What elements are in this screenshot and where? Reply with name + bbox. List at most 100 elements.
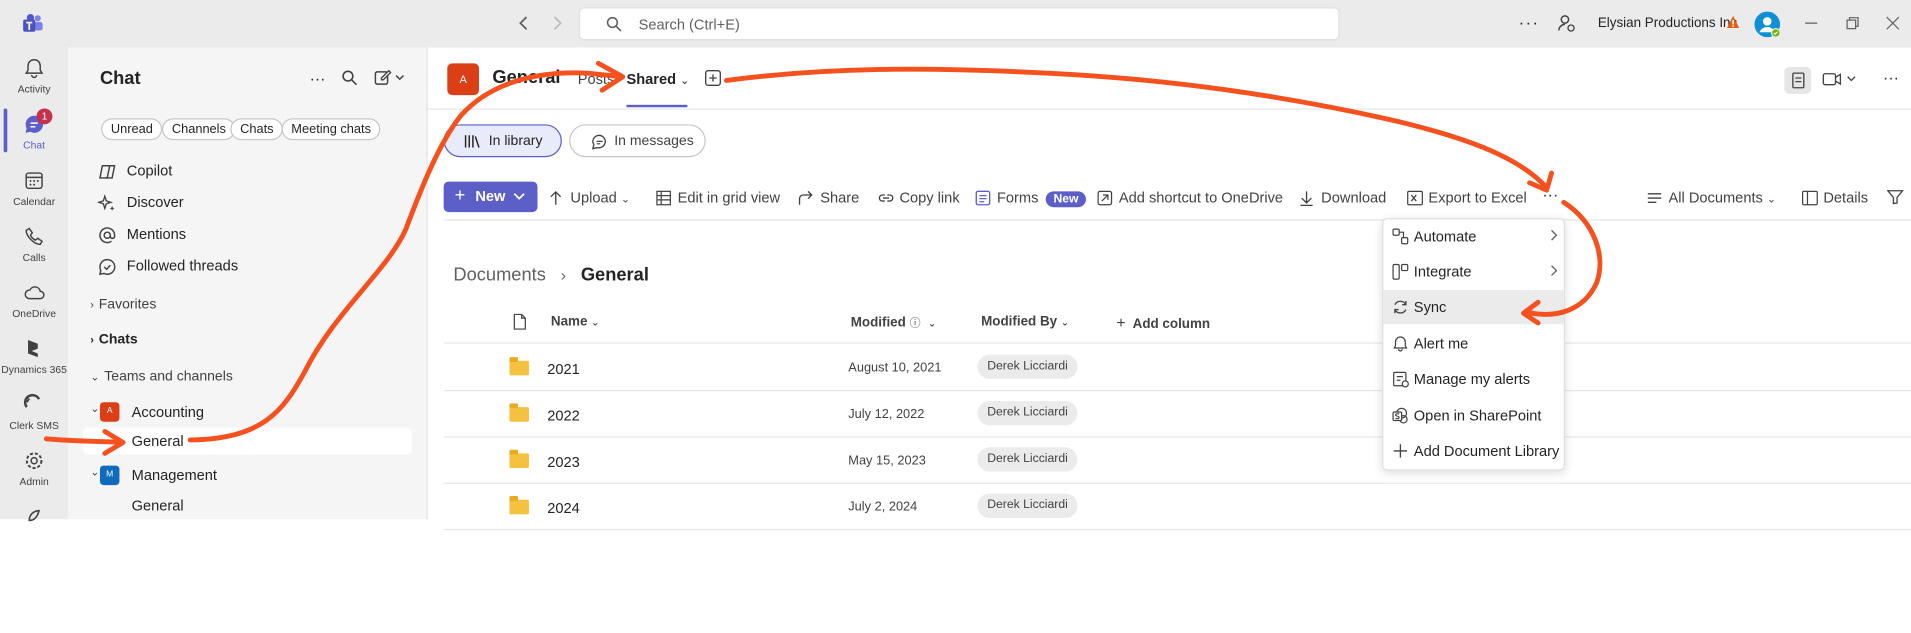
rail-label: Clerk SMS xyxy=(9,419,59,432)
tab-shared[interactable]: Shared ⌄ xyxy=(626,71,689,88)
add-shortcut-button[interactable]: Add shortcut to OneDrive xyxy=(1097,189,1283,206)
breadcrumb-documents[interactable]: Documents xyxy=(453,264,545,285)
minimize-icon[interactable] xyxy=(1804,16,1819,31)
column-modified-by[interactable]: Modified By ⌄ xyxy=(981,314,1069,329)
rail-item-more[interactable] xyxy=(0,506,68,528)
view-selector[interactable]: All Documents ⌄ xyxy=(1647,189,1776,206)
file-type-icon[interactable] xyxy=(513,313,526,330)
forms-button[interactable]: Forms New xyxy=(975,189,1086,208)
row-modified-by[interactable]: Derek Licciardi xyxy=(977,447,1078,472)
chevron-right-icon: › xyxy=(90,298,94,311)
channel-avatar: A xyxy=(447,63,479,96)
org-switcher-icon[interactable] xyxy=(1556,13,1576,33)
channel-general-management[interactable]: General xyxy=(83,494,412,518)
restore-icon[interactable] xyxy=(1845,16,1860,31)
folder-icon xyxy=(509,449,529,469)
row-name[interactable]: 2021 xyxy=(547,361,580,378)
edit-grid-button[interactable]: Edit in grid view xyxy=(656,189,780,206)
nav-label: Followed threads xyxy=(126,257,239,275)
upload-button[interactable]: Upload ⌄ xyxy=(548,189,630,206)
tab-posts[interactable]: Posts xyxy=(578,71,615,88)
in-messages-button[interactable]: In messages xyxy=(569,124,706,158)
menu-item-manage-alerts[interactable]: Manage my alerts xyxy=(1383,362,1563,396)
filter-channels[interactable]: Channels xyxy=(162,118,236,141)
table-row[interactable]: 2023 May 15, 2023 Derek Licciardi xyxy=(443,438,1911,484)
back-arrow-icon[interactable] xyxy=(517,15,532,32)
column-name[interactable]: Name ⌄ xyxy=(551,314,599,329)
bell-icon xyxy=(1393,336,1408,352)
favorites-section[interactable]: › Favorites xyxy=(90,297,156,312)
row-name[interactable]: 2024 xyxy=(547,500,580,517)
share-button[interactable]: Share xyxy=(798,189,859,206)
new-chat-icon[interactable] xyxy=(374,68,406,85)
row-modified-by[interactable]: Derek Licciardi xyxy=(977,400,1078,426)
table-row[interactable]: 2022 July 12, 2022 Derek Licciardi xyxy=(443,391,1911,438)
video-call-icon[interactable] xyxy=(1822,71,1859,88)
search-icon[interactable] xyxy=(341,69,358,86)
rail-item-chat[interactable]: 1 Chat xyxy=(0,108,68,151)
teams-section[interactable]: ⌄ Teams and channels xyxy=(90,369,233,384)
column-modified[interactable]: Modified ⓘ ⌄ xyxy=(851,314,936,331)
row-modified-by[interactable]: Derek Licciardi xyxy=(977,354,1078,380)
filter-icon[interactable] xyxy=(1886,189,1904,205)
new-button[interactable]: + New xyxy=(443,181,538,213)
filter-chats[interactable]: Chats xyxy=(230,118,284,141)
team-management[interactable]: ⌄ M Management xyxy=(90,465,419,490)
org-name[interactable]: Elysian Productions Inc xyxy=(1598,16,1737,31)
forward-arrow-icon[interactable] xyxy=(550,15,565,32)
chevron-down-icon: ⌄ xyxy=(90,370,100,383)
add-column-button[interactable]: + Add column xyxy=(1116,313,1210,331)
chats-section[interactable]: › Chats xyxy=(90,333,137,348)
shortcut-icon xyxy=(1097,190,1113,206)
rail-label: Calls xyxy=(22,251,46,264)
row-name[interactable]: 2023 xyxy=(547,453,580,470)
toolbar-more-icon[interactable]: ··· xyxy=(1538,185,1562,207)
menu-item-integrate[interactable]: Integrate xyxy=(1383,255,1563,289)
rail-item-onedrive[interactable]: OneDrive xyxy=(0,282,68,319)
row-name[interactable]: 2022 xyxy=(547,407,580,424)
row-modified-by[interactable]: Derek Licciardi xyxy=(977,493,1078,518)
menu-item-add-library[interactable]: Add Document Library xyxy=(1383,434,1563,468)
title-bar: Search (Ctrl+E) ··· Elysian Productions … xyxy=(0,0,1911,48)
filter-meeting-chats[interactable]: Meeting chats xyxy=(281,118,381,141)
menu-item-alert-me[interactable]: Alert me xyxy=(1383,327,1563,361)
menu-item-sync[interactable]: Sync xyxy=(1383,290,1564,325)
team-name: Management xyxy=(131,466,218,484)
header-more-icon[interactable]: ··· xyxy=(1883,68,1899,86)
teams-logo-icon[interactable] xyxy=(22,13,44,34)
team-accounting[interactable]: ⌄ A Accounting xyxy=(90,402,419,426)
more-options-icon[interactable]: ··· xyxy=(1519,12,1540,32)
chat-pane: Chat ··· Unread Channels Chats Meeting c… xyxy=(68,47,428,520)
user-avatar[interactable] xyxy=(1754,11,1781,38)
rail-item-clerk-sms[interactable]: Clerk SMS xyxy=(0,393,68,432)
download-button[interactable]: Download xyxy=(1299,189,1386,206)
calendar-icon xyxy=(23,169,45,191)
chat-more-icon[interactable]: ··· xyxy=(310,69,326,87)
chevron-down-icon: ⌄ xyxy=(1060,316,1070,328)
menu-item-open-sharepoint[interactable]: Open in SharePoint xyxy=(1383,399,1563,433)
menu-item-automate[interactable]: Automate xyxy=(1383,219,1563,253)
chevron-down-icon: ⌄ xyxy=(620,192,631,205)
channel-general-accounting[interactable]: General xyxy=(82,427,412,455)
chevron-down-icon: ⌄ xyxy=(591,316,600,328)
rail-item-admin[interactable]: Admin xyxy=(0,450,68,488)
table-row[interactable]: 2021 August 10, 2021 Derek Licciardi xyxy=(443,345,1911,392)
filter-unread[interactable]: Unread xyxy=(101,118,163,141)
team-name: Accounting xyxy=(131,403,204,421)
rail-item-calendar[interactable]: Calendar xyxy=(0,169,68,207)
rail-item-dynamics[interactable]: Dynamics 365 xyxy=(0,338,68,375)
rail-item-calls[interactable]: Calls xyxy=(0,225,68,263)
search-input[interactable]: Search (Ctrl+E) xyxy=(578,7,1340,41)
rail-item-activity[interactable]: Activity xyxy=(0,57,68,95)
notes-icon[interactable] xyxy=(1784,67,1812,94)
copy-link-button[interactable]: Copy link xyxy=(878,189,960,206)
details-button[interactable]: Details xyxy=(1801,189,1868,206)
close-icon[interactable] xyxy=(1885,16,1900,31)
download-icon xyxy=(1300,191,1313,206)
table-row[interactable]: 2024 July 2, 2024 Derek Licciardi xyxy=(443,484,1911,531)
add-tab-icon[interactable] xyxy=(704,69,721,86)
export-excel-button[interactable]: Export to Excel xyxy=(1406,189,1527,206)
folder-icon xyxy=(509,496,529,515)
in-library-button[interactable]: In library xyxy=(443,124,562,158)
rail-label: Calendar xyxy=(13,195,56,208)
